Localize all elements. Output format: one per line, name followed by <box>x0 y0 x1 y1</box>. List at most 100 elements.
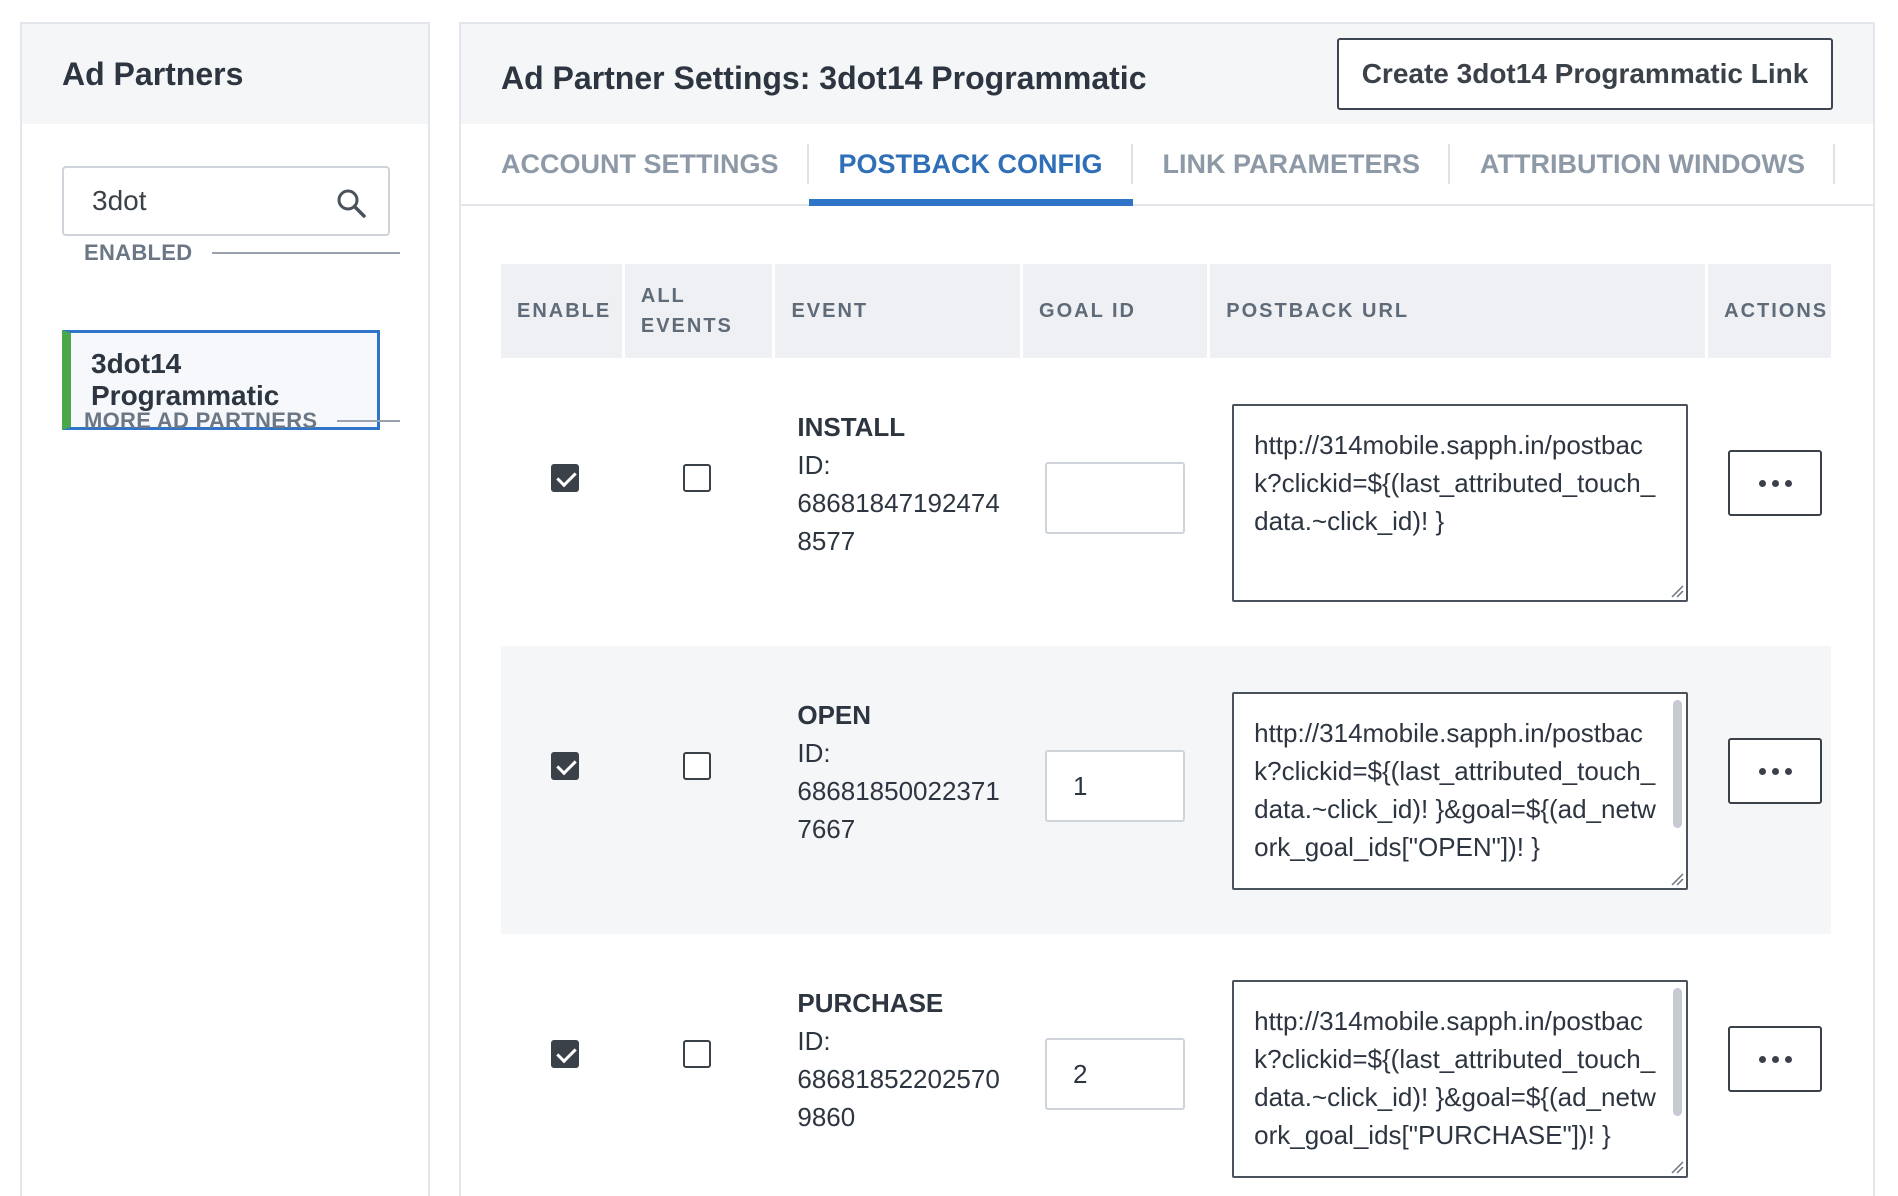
section-divider <box>337 420 400 422</box>
tab-label: POSTBACK CONFIG <box>838 148 1103 179</box>
postback-url-textarea[interactable]: http://314mobile.sapph.in/postback?click… <box>1232 692 1689 890</box>
tab-attribution-windows[interactable]: ATTRIBUTION WINDOWS <box>1450 124 1835 204</box>
row-actions-button[interactable] <box>1728 1026 1823 1092</box>
postback-url-cell: http://314mobile.sapph.in/postback?click… <box>1210 646 1705 934</box>
textarea-scrollbar[interactable] <box>1673 988 1683 1116</box>
create-link-button[interactable]: Create 3dot14 Programmatic Link <box>1337 38 1833 110</box>
section-divider <box>212 252 400 254</box>
settings-header: Ad Partner Settings: 3dot14 Programmatic… <box>461 24 1873 124</box>
event-id-label: ID: <box>797 450 831 480</box>
ellipsis-icon <box>1758 767 1792 775</box>
column-header-label-line: EVENTS <box>640 315 733 337</box>
column-header-label: ENABLE <box>517 300 612 322</box>
event-id: 686818500223717667 <box>797 776 1000 844</box>
goal-id-input[interactable] <box>1044 1038 1185 1110</box>
event-id-label: ID: <box>797 1026 831 1056</box>
textarea-scrollbar[interactable] <box>1673 700 1683 828</box>
all-events-cell <box>625 934 773 1196</box>
actions-cell <box>1708 934 1831 1196</box>
settings-tabs: ACCOUNT SETTINGS POSTBACK CONFIG LINK PA… <box>461 124 1873 206</box>
page-title: Ad Partner Settings: 3dot14 Programmatic <box>501 60 1147 96</box>
ellipsis-icon <box>1758 479 1792 487</box>
enable-cell <box>501 646 622 934</box>
enable-checkbox[interactable] <box>551 752 579 780</box>
postback-config-table: ENABLE ALL EVENTS EVENT GOAL ID POSTBACK… <box>501 264 1831 1196</box>
enabled-section-label: ENABLED <box>84 240 400 266</box>
row-actions-button[interactable] <box>1728 450 1823 516</box>
partner-item-label: 3dot14 Programmatic <box>91 348 280 411</box>
partner-search-input[interactable] <box>92 185 322 217</box>
goal-id-input[interactable] <box>1044 750 1185 822</box>
column-header-enable: ENABLE <box>501 264 622 358</box>
event-info: PURCHASE ID: 686818522025709860 <box>797 984 1007 1136</box>
all-events-checkbox[interactable] <box>682 464 711 492</box>
all-events-checkbox[interactable] <box>682 752 711 780</box>
ad-partner-settings-panel: Ad Partner Settings: 3dot14 Programmatic… <box>459 22 1875 1196</box>
postback-url-text: http://314mobile.sapph.in/postback?click… <box>1254 1006 1656 1150</box>
column-header-label: GOAL ID <box>1039 300 1136 322</box>
column-header-label: ACTIONS <box>1724 300 1829 322</box>
goal-id-cell <box>1023 358 1207 646</box>
event-id-label: ID: <box>797 738 831 768</box>
postback-url-text: http://314mobile.sapph.in/postback?click… <box>1254 430 1656 536</box>
goal-id-input[interactable] <box>1044 462 1185 534</box>
ellipsis-icon <box>1758 1055 1792 1063</box>
enabled-label-text: ENABLED <box>84 240 193 265</box>
tab-link-parameters[interactable]: LINK PARAMETERS <box>1133 124 1451 204</box>
search-icon[interactable] <box>336 188 366 218</box>
postback-url-cell: http://314mobile.sapph.in/postback?click… <box>1210 934 1705 1196</box>
enable-cell <box>501 934 622 1196</box>
column-header-label: EVENT <box>791 300 869 322</box>
event-cell: OPEN ID: 686818500223717667 <box>775 646 1020 934</box>
column-header-label: ALL EVENTS <box>641 281 733 341</box>
event-info: OPEN ID: 686818500223717667 <box>797 696 1007 848</box>
event-id: 686818522025709860 <box>797 1064 1000 1132</box>
more-ad-partners-section-label: MORE AD PARTNERS <box>84 408 400 434</box>
goal-id-cell <box>1023 646 1207 934</box>
tab-account-settings[interactable]: ACCOUNT SETTINGS <box>471 124 809 204</box>
event-id: 686818471924748577 <box>797 488 1000 556</box>
column-header-goal-id: GOAL ID <box>1023 264 1208 358</box>
postback-url-textarea[interactable]: http://314mobile.sapph.in/postback?click… <box>1232 980 1689 1178</box>
resize-handle-icon[interactable] <box>1670 872 1684 886</box>
table-row-install: INSTALL ID: 686818471924748577 http://31… <box>501 358 1831 646</box>
actions-cell <box>1708 646 1831 934</box>
resize-handle-icon[interactable] <box>1670 584 1684 598</box>
postback-url-text: http://314mobile.sapph.in/postback?click… <box>1254 718 1656 862</box>
ad-partners-title: Ad Partners <box>62 55 244 92</box>
enable-checkbox[interactable] <box>551 464 579 492</box>
all-events-cell <box>625 646 773 934</box>
column-header-all-events: ALL EVENTS <box>624 264 773 358</box>
postback-url-cell: http://314mobile.sapph.in/postback?click… <box>1210 358 1705 646</box>
partner-search-box[interactable] <box>62 166 390 236</box>
table-row-open: OPEN ID: 686818500223717667 http://314mo… <box>501 646 1831 934</box>
tab-postback-config[interactable]: POSTBACK CONFIG <box>808 124 1133 206</box>
event-name: INSTALL <box>797 412 906 442</box>
column-header-postback-url: POSTBACK URL <box>1210 264 1706 358</box>
enable-cell <box>501 358 622 646</box>
table-header: ENABLE ALL EVENTS EVENT GOAL ID POSTBACK… <box>501 264 1831 358</box>
column-header-event: EVENT <box>775 264 1021 358</box>
actions-cell <box>1708 358 1831 646</box>
resize-handle-icon[interactable] <box>1670 1160 1684 1174</box>
tab-label: ACCOUNT SETTINGS <box>501 148 779 179</box>
all-events-checkbox[interactable] <box>682 1040 711 1068</box>
row-actions-button[interactable] <box>1728 738 1823 804</box>
tab-label: ATTRIBUTION WINDOWS <box>1480 148 1805 179</box>
enable-checkbox[interactable] <box>551 1040 579 1068</box>
postback-url-textarea[interactable]: http://314mobile.sapph.in/postback?click… <box>1232 404 1689 602</box>
tab-label: LINK PARAMETERS <box>1162 148 1421 179</box>
ad-partners-panel: Ad Partners ENABLED 3dot14 Programmatic … <box>20 22 430 1196</box>
table-row-purchase: PURCHASE ID: 686818522025709860 http://3… <box>501 934 1831 1196</box>
active-tab-indicator <box>808 199 1133 206</box>
goal-id-cell <box>1023 934 1207 1196</box>
column-header-label: POSTBACK URL <box>1226 300 1410 322</box>
all-events-cell <box>625 358 773 646</box>
event-name: PURCHASE <box>797 988 944 1018</box>
column-header-actions: ACTIONS <box>1708 264 1831 358</box>
event-cell: PURCHASE ID: 686818522025709860 <box>775 934 1020 1196</box>
event-name: OPEN <box>797 700 872 730</box>
more-ad-partners-label-text: MORE AD PARTNERS <box>84 408 318 433</box>
event-cell: INSTALL ID: 686818471924748577 <box>775 358 1020 646</box>
event-info: INSTALL ID: 686818471924748577 <box>797 408 1007 560</box>
